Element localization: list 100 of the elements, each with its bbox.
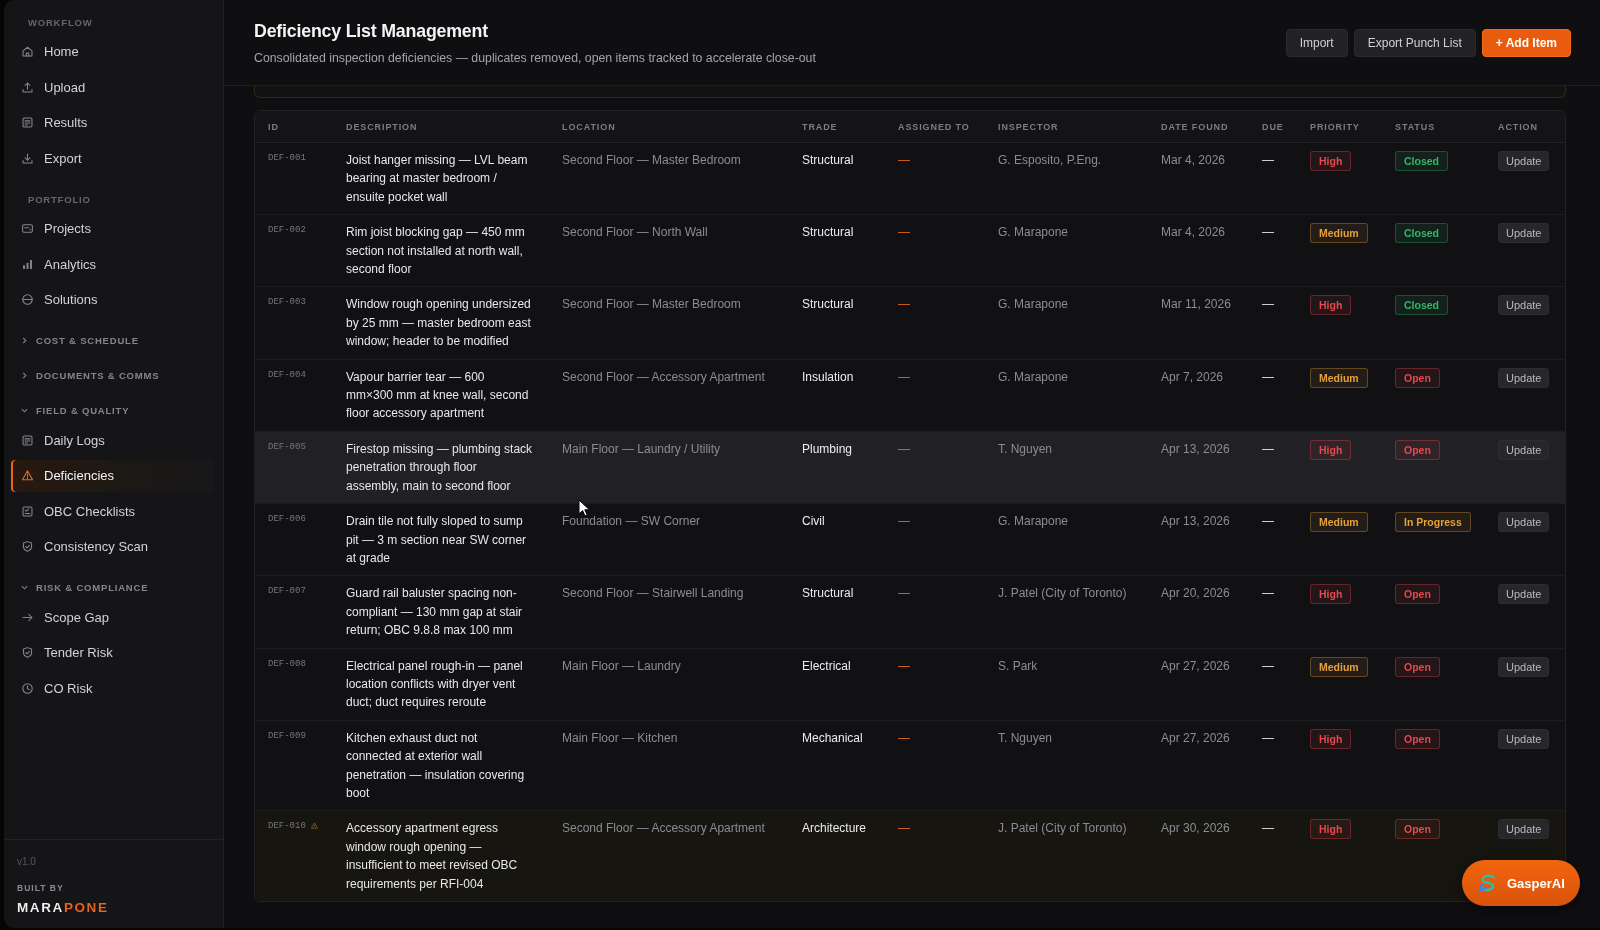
description-text: Accessory apartment egress window rough opening — insufficient to meet revised OBC requirements per RFI-004 [346,821,518,891]
column-header: ID [268,121,279,132]
description-text: Guard rail baluster spacing non-compliant — 130 mm gap at stair return; OBC 9.8.8 max 100 mm [346,586,523,638]
assigned-to-text: — [898,225,910,240]
checklist-icon [21,504,34,518]
status-tag: Open [1395,819,1440,840]
page-subtitle: Consolidated inspection deficiencies — duplicates removed, open items tracked to accelerate close-out [254,50,816,66]
nav-item[interactable]: Results [11,107,213,139]
trade-text: Mechanical [802,730,863,745]
date-found-text: Apr 27, 2026 [1161,658,1230,673]
update-button[interactable]: Update [1498,151,1550,171]
update-button[interactable]: Update [1498,584,1550,605]
deficiency-id: DEF-001 [268,153,306,163]
location-text: Main Floor — Laundry / Utility [562,441,721,456]
update-button[interactable]: Update [1498,728,1550,749]
status-tag: Open [1395,584,1440,605]
update-button[interactable]: Update [1498,656,1550,677]
nav-item[interactable]: Tender Risk [11,637,213,669]
column-header: PRIORITY [1310,121,1360,132]
due-text: — [1262,821,1274,836]
page-title: Deficiency List Management [254,20,489,43]
nav-item[interactable]: Projects [11,213,213,245]
update-button[interactable]: Update [1498,512,1550,533]
priority-tag: High [1310,584,1352,605]
status-tag: Open [1395,439,1440,460]
due-text: — [1262,153,1274,167]
section-toggle[interactable]: RISK & COMPLIANCE [11,573,149,602]
nav-item[interactable]: Export [11,142,213,174]
description-text: Kitchen exhaust duct not connected at exterior wall penetration — insulation covering boot [346,730,525,800]
nav-item[interactable]: Home [11,36,213,68]
due-text: — [1262,586,1274,601]
location-text: Second Floor — Master Bedroom [562,297,741,312]
card-icon [21,222,34,236]
inspector-text: G. Marapone [998,225,1069,240]
nav-item[interactable]: Scope Gap [11,601,213,633]
add-item-button[interactable]: + Add Item [1481,28,1571,57]
update-button[interactable]: Update [1498,439,1550,460]
header-button[interactable]: Import [1285,28,1348,57]
document-icon [21,116,34,130]
location-text: Second Floor — Accessory Apartment [562,369,765,384]
update-button[interactable]: Update [1498,819,1550,840]
section-toggle[interactable]: DOCUMENTS & COMMS [11,361,160,390]
due-text: — [1262,514,1274,529]
assigned-to-text: — [898,730,910,745]
assigned-to-text: — [898,514,910,529]
nav-item[interactable]: Consistency Scan [11,531,213,563]
header-button[interactable]: Export Punch List [1353,28,1476,57]
nav-item[interactable]: OBC Checklists [11,495,213,527]
warning-icon [310,822,318,830]
section-toggle[interactable]: FIELD & QUALITY [11,396,130,425]
description-text: Window rough opening undersized by 25 mm — master bedroom east window; header to be modified [346,297,531,349]
nav-item[interactable]: Deficiencies [11,460,213,492]
location-text: Second Floor — North Wall [562,225,708,240]
upload-icon [21,80,34,94]
date-found-text: Apr 13, 2026 [1161,441,1230,456]
deficiency-id: DEF-009 [268,730,306,741]
description-text: Joist hanger missing — LVL beam bearing at master bedroom / ensuite pocket wall [346,153,528,204]
location-text: Main Floor — Kitchen [562,730,678,745]
nav-item[interactable]: Analytics [11,248,213,280]
trade-text: Electrical [802,658,851,673]
trade-text: Structural [802,153,854,167]
shield-check-icon [21,540,34,554]
column-header: ACTION [1498,121,1538,132]
update-button[interactable]: Update [1498,295,1550,316]
inspector-text: J. Patel (City of Toronto) [998,821,1127,836]
column-header: TRADE [802,121,838,132]
assigned-to-text: — [898,821,910,836]
date-found-text: Mar 11, 2026 [1161,297,1231,312]
priority-tag: High [1310,728,1352,749]
nav-item[interactable]: Daily Logs [11,424,213,456]
section-heading: WORKFLOW [28,16,93,28]
nav-item[interactable]: Solutions [11,284,213,316]
date-found-text: Apr 20, 2026 [1161,586,1230,601]
trade-text: Civil [802,514,825,529]
location-text: Second Floor — Stairwell Landing [562,586,744,601]
description-text: Rim joist blocking gap — 450 mm section not installed at north wall, second floor [346,225,525,277]
date-found-text: Apr 13, 2026 [1161,514,1230,529]
deficiency-id: DEF-006 [268,514,306,525]
update-button[interactable]: Update [1498,367,1550,388]
inspector-text: T. Nguyen [998,730,1053,745]
location-text: Foundation — SW Corner [562,514,701,529]
due-text: — [1262,297,1274,312]
date-found-text: Apr 7, 2026 [1161,369,1224,384]
mouse-pointer-icon [578,499,590,517]
deficiency-id: DEF-010 [268,821,306,832]
update-button[interactable]: Update [1498,223,1550,244]
deficiency-id: DEF-005 [268,441,306,452]
column-header: INSPECTOR [998,121,1059,132]
shield-check-icon [21,646,34,660]
status-tag: Open [1395,367,1440,388]
nav-item[interactable]: Upload [11,71,213,103]
warning-icon [21,469,34,483]
assistant-button[interactable]: GasperAI [1462,860,1580,906]
bar-chart-icon [21,257,34,271]
due-text: — [1262,730,1274,745]
deficiency-id: DEF-008 [268,658,306,669]
section-toggle[interactable]: COST & SCHEDULE [11,326,139,355]
assigned-to-text: — [898,441,910,456]
location-text: Main Floor — Laundry [562,658,681,673]
nav-item[interactable]: CO Risk [11,672,213,704]
